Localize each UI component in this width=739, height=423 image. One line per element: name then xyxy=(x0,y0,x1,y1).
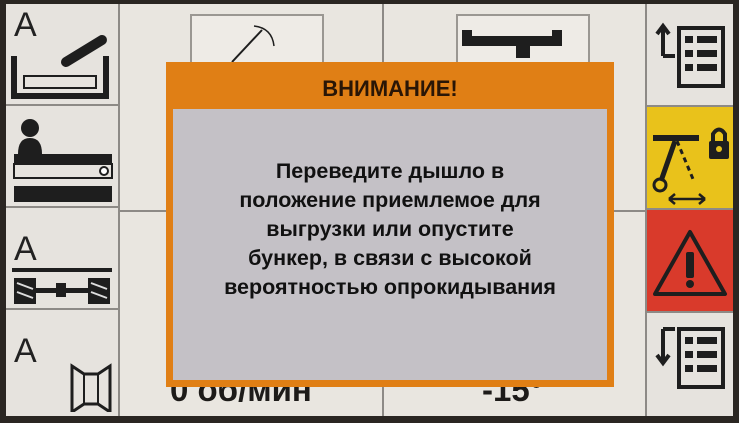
drawbar-lock-button[interactable] xyxy=(647,107,733,210)
menu-up-button[interactable] xyxy=(647,4,733,107)
warning-triangle-icon xyxy=(653,230,727,296)
menu-up-list-icon xyxy=(655,22,725,88)
axle-steering-auto-button[interactable]: A xyxy=(6,208,118,310)
drawbar-lock-icon xyxy=(652,127,729,205)
warning-dialog: ВНИМАНИЕ! Переведите дышло в положение п… xyxy=(166,62,614,387)
dialog-title: ВНИМАНИЕ! xyxy=(322,76,458,101)
right-button-column xyxy=(645,4,733,416)
dialog-message-line: Переведите дышло в xyxy=(275,159,505,183)
warning-button[interactable] xyxy=(647,210,733,313)
hopper-auto-button[interactable]: A xyxy=(6,4,118,106)
spout-auto-button[interactable]: A xyxy=(6,310,118,412)
hopper-tilt-icon xyxy=(462,30,562,58)
dialog-message: Переведите дышло в положение приемлемое … xyxy=(224,157,556,302)
spout-auto-icon xyxy=(70,363,112,412)
hopper-auto-icon xyxy=(11,35,109,99)
drawbar-angle-gauge xyxy=(190,14,324,62)
dialog-body: Переведите дышло в положение приемлемое … xyxy=(173,109,607,380)
dialog-message-line: положение приемлемое для xyxy=(239,188,541,212)
operator-conveyor-icon xyxy=(13,119,113,202)
menu-down-list-icon xyxy=(655,327,725,389)
left-button-column: A A A xyxy=(6,4,120,416)
dialog-message-line: выгрузки или опустите xyxy=(266,217,514,241)
dialog-message-line: бункер, в связи с высокой xyxy=(248,246,532,270)
menu-down-button[interactable] xyxy=(647,313,733,416)
hopper-position-gauge xyxy=(456,14,590,62)
axle-steering-auto-icon xyxy=(12,268,112,304)
dialog-message-line: вероятностью опрокидывания xyxy=(224,275,556,299)
conveyor-button[interactable] xyxy=(6,106,118,208)
terminal-screen: A A A 0 об/мин -15° ВНИМАНИЕ! Переведите… xyxy=(6,4,733,416)
angle-gauge-icon xyxy=(231,25,275,62)
